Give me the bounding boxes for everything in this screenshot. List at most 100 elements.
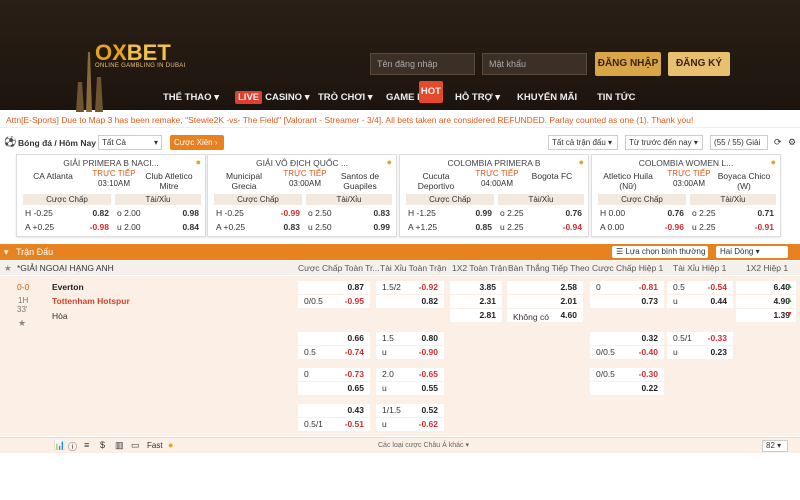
page-select[interactable]: 82 ▾ — [762, 440, 788, 452]
odds-cell[interactable]: 0 -0.81 — [590, 281, 664, 294]
odds-cell[interactable]: 1.5/2 -0.92 — [376, 281, 444, 294]
nav-support[interactable]: HỖ TRỢ ▾ — [455, 88, 500, 108]
announcement-ticker[interactable]: Attn[E-Sports] Due to Map 3 has been rem… — [0, 112, 800, 128]
card-ou-odds[interactable]: u 2.00 0.84 — [115, 221, 201, 233]
card-ou-line: o 2.00 — [117, 208, 141, 218]
refresh-icon[interactable]: ⟳ — [774, 137, 782, 148]
card-handicap-odds[interactable]: A +0.25 -0.98 — [23, 221, 111, 233]
card-handicap-line: A 0.00 — [600, 222, 625, 232]
username-input[interactable]: Tên đăng nhập — [370, 53, 475, 75]
card-ou-odds[interactable]: o 2.25 0.76 — [498, 207, 584, 219]
logo[interactable]: OXBET ONLINE GAMBLING IN DUBAI — [95, 40, 205, 69]
card-handicap-odds[interactable]: H 0.00 0.76 — [598, 207, 686, 219]
odds-cell[interactable]: u 0.23 — [667, 346, 733, 359]
odds-cell[interactable]: 0 -0.73 — [298, 368, 370, 381]
card-badge-icon: ● — [770, 157, 776, 167]
view-mode-select[interactable]: ☰ Lựa chọn bình thường ▾ — [612, 246, 708, 268]
odds-cell[interactable]: 1/1.5 0.52 — [376, 404, 444, 417]
odds-cell[interactable]: 1.5 0.80 — [376, 332, 444, 345]
odds-cell[interactable]: 0.66 — [298, 332, 370, 345]
card-handicap-odds[interactable]: A +0.25 0.83 — [214, 221, 302, 233]
logo-tagline: ONLINE GAMBLING IN DUBAI — [95, 63, 186, 69]
tv-icon[interactable]: ▭ — [131, 440, 140, 451]
odds-cell[interactable]: 0.73 — [590, 295, 664, 308]
star-icon[interactable]: ★ — [4, 261, 12, 275]
odds-cell[interactable]: u -0.90 — [376, 346, 444, 359]
password-input[interactable]: Mật khẩu — [482, 53, 587, 75]
chart-icon[interactable]: ▥ — [115, 440, 124, 451]
nav-news[interactable]: TIN TỨC — [597, 88, 636, 108]
odds-cell[interactable]: 0.82 — [376, 295, 444, 308]
odds-type-select[interactable]: Hai Dòng ▾ — [716, 246, 788, 258]
league-select[interactable]: Tất Cả ▾ — [98, 135, 162, 150]
register-button[interactable]: ĐĂNG KÝ — [668, 52, 730, 76]
card-ou-odds[interactable]: o 2.25 0.71 — [690, 207, 776, 219]
column-headers: ★ *GIẢI NGOẠI HẠNG ANH Cược Chấp Toàn Tr… — [0, 261, 800, 275]
odds-cell[interactable]: u 0.55 — [376, 382, 444, 395]
odds-cell[interactable]: 0/0.5 -0.30 — [590, 368, 664, 381]
match-card[interactable]: GIẢI PRIMERA B NACI... CA Atlanta TRỰC TIẾ… — [16, 154, 206, 237]
card-live-status: TRỰC TIẾP 03:00AM — [664, 169, 714, 189]
coin-icon[interactable]: ● — [168, 440, 173, 450]
sort-select[interactable]: Từ trước đến nay ▾ — [625, 135, 703, 150]
odds-cell[interactable]: 0.22 — [590, 382, 664, 395]
nav-card-games[interactable]: GAME BÀI ▾HOT — [386, 81, 443, 108]
card-ou-price: 0.99 — [373, 222, 390, 232]
nav-promotions[interactable]: KHUYẾN MÃI — [517, 88, 577, 108]
dollar-icon[interactable]: $ — [100, 440, 105, 450]
odds-cell[interactable]: 0.5 -0.74 — [298, 346, 370, 359]
parlay-button[interactable]: Cược Xiên › — [170, 135, 224, 150]
odds-cell[interactable]: 0/0.5 -0.95 — [298, 295, 370, 308]
match-card[interactable]: COLOMBIA WOMEN L... Atletico Huila (Nữ) TR… — [591, 154, 781, 237]
settings-icon[interactable]: ⚙ — [788, 137, 796, 148]
odds-cell[interactable]: 0.5 -0.54 — [667, 281, 733, 294]
odds-cell[interactable]: 0.5/1 -0.51 — [298, 418, 370, 431]
card-ou-odds[interactable]: u 2.25 -0.94 — [498, 221, 584, 233]
collapse-icon[interactable]: ▾ — [4, 244, 9, 260]
odds-cell[interactable]: 0/0.5 -0.40 — [590, 346, 664, 359]
page-value: 82 — [766, 441, 775, 450]
odds-cell[interactable]: 0.43 — [298, 404, 370, 417]
card-handicap-price: 0.99 — [475, 208, 492, 218]
odds-cell[interactable]: u -0.62 — [376, 418, 444, 431]
card-ou-odds[interactable]: o 2.50 0.83 — [306, 207, 392, 219]
odds-cell[interactable]: 0.87 — [298, 281, 370, 294]
odds-cell[interactable]: 2.0 -0.65 — [376, 368, 444, 381]
card-league: GIẢI PRIMERA B NACI... — [63, 158, 159, 168]
card-ou-odds[interactable]: o 2.00 0.98 — [115, 207, 201, 219]
info-icon[interactable]: ⓘ — [68, 440, 77, 453]
card-handicap-odds[interactable]: A +1.25 0.85 — [406, 221, 494, 233]
more-markets-link[interactable]: Các loại cược Châu Á khác ▾ — [378, 441, 469, 449]
card-handicap-odds[interactable]: H -0.25 0.82 — [23, 207, 111, 219]
nav-games[interactable]: TRÒ CHƠI ▾ — [318, 88, 373, 108]
odds-cell[interactable]: 2.81 — [450, 309, 502, 322]
card-handicap-odds[interactable]: A 0.00 -0.96 — [598, 221, 686, 233]
odds-cell[interactable]: 3.85 — [450, 281, 502, 294]
card-ou-odds[interactable]: u 2.25 -0.91 — [690, 221, 776, 233]
card-ou-odds[interactable]: u 2.50 0.99 — [306, 221, 392, 233]
nav-casino[interactable]: LIVE CASINO ▾ — [235, 88, 310, 108]
match-minute: 33' — [17, 305, 28, 314]
league-name[interactable]: *GIẢI NGOẠI HẠNG ANH — [17, 261, 114, 275]
match-filter-select[interactable]: Tất cả trận đấu ▾ — [548, 135, 618, 150]
card-handicap-odds[interactable]: H -1.25 0.99 — [406, 207, 494, 219]
login-button[interactable]: ĐĂNG NHẬP — [595, 52, 661, 76]
odds-cell[interactable]: 0.65 — [298, 382, 370, 395]
odds-cell[interactable]: 2.58 — [507, 281, 583, 294]
nav-sports[interactable]: THỂ THAO ▾ — [163, 88, 219, 108]
database-icon[interactable]: ≡ — [84, 440, 89, 450]
odds-cell[interactable]: 0.5/1 -0.33 — [667, 332, 733, 345]
card-handicap-odds[interactable]: H -0.25 -0.99 — [214, 207, 302, 219]
favorite-star-icon[interactable]: ★ — [18, 318, 26, 329]
card-away-team: Club Atletico Mitre — [145, 171, 193, 191]
match-card[interactable]: COLOMBIA PRIMERA B Cucuta Deportivo TRỰC T… — [399, 154, 589, 237]
chevron-down-icon: ▾ — [153, 138, 158, 147]
odds-cell[interactable]: 2.31 — [450, 295, 502, 308]
fast-label[interactable]: Fast — [147, 441, 163, 450]
match-card[interactable]: GIẢI VÔ ĐỊCH QUỐC ... Municipal Grecia TRỰ… — [207, 154, 397, 237]
odds-cell[interactable]: 0.32 — [590, 332, 664, 345]
odds-cell[interactable]: u 0.44 — [667, 295, 733, 308]
stats-icon[interactable]: 📊 — [54, 440, 65, 451]
league-count[interactable]: (55 / 55) Giải — [710, 135, 768, 150]
odds-cell[interactable]: 2.01 — [507, 295, 583, 308]
